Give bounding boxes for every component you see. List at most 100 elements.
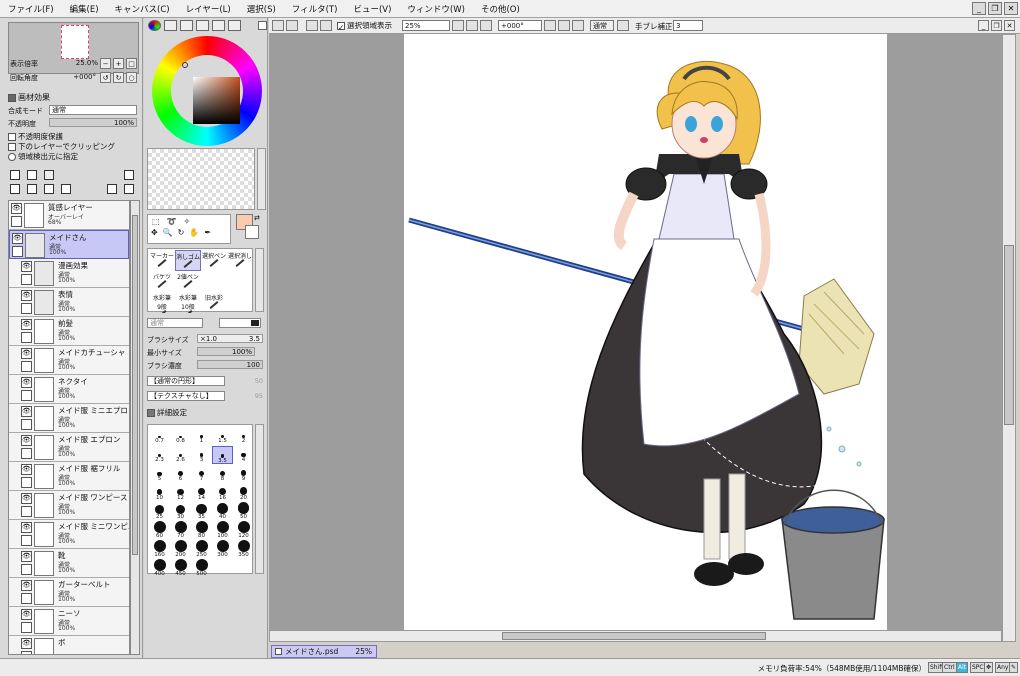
brush-size-slider[interactable]: ×1.0 3.5 [197,334,263,343]
lock-icon[interactable] [21,622,32,633]
user-swatch-tab-icon[interactable] [212,20,225,31]
eye-icon[interactable]: 👁 [21,609,32,620]
lock-icon[interactable] [21,448,32,459]
eye-icon[interactable]: 👁 [21,551,32,562]
vertical-scrollbar-thumb[interactable] [1004,245,1014,425]
eye-icon[interactable]: 👁 [21,290,32,301]
lock-icon[interactable] [11,216,22,227]
texture-select[interactable]: 【テクスチャなし】 [147,391,225,401]
deselect-button[interactable] [306,20,318,31]
layer-row[interactable]: 👁 ネクタイ 通常 100% [9,375,129,404]
eyedropper-icon[interactable]: ✒ [204,228,211,237]
brush-tip[interactable]: 5 [149,465,170,483]
layer-row[interactable]: 👁 表情 通常 100% [9,288,129,317]
layer-row[interactable]: 👁 メイドさん 通常 100% [9,230,129,259]
normal-mode-button[interactable]: 通常 [590,20,614,31]
close-icon[interactable]: ✕ [1004,2,1018,15]
zoom-tool-icon[interactable]: 🔍 [163,228,173,237]
menu-item[interactable]: ファイル(F) [0,3,62,15]
brush-tip[interactable]: 35 [191,503,212,521]
layer-row[interactable]: 👁 メイド服 ワンピース 通常 100% [9,491,129,520]
eye-icon[interactable]: 👁 [11,203,22,214]
layer-row[interactable]: 👁 ボ [9,636,129,654]
invert-selection-button[interactable] [320,20,332,31]
brush-tip[interactable]: 1 [191,427,212,445]
brush-tip[interactable]: 7 [191,465,212,483]
opacity-slider[interactable]: 100% [49,118,137,127]
brush-tip[interactable]: 250 [191,540,212,559]
brush-tip[interactable]: 12 [170,484,191,502]
doc-restore-icon[interactable]: ❐ [991,20,1002,31]
doc-minimize-icon[interactable]: _ [978,20,989,31]
option-preserve-opacity[interactable]: 不透明度保護 [8,132,115,141]
brush-tip[interactable]: 80 [191,521,212,540]
scratchpad-scrollbar[interactable] [257,148,266,210]
brush-tip[interactable]: 30 [170,503,191,521]
lock-icon[interactable] [21,419,32,430]
lock-icon[interactable] [21,506,32,517]
move-icon[interactable]: ✥ [151,228,158,237]
eye-icon[interactable]: 👁 [21,435,32,446]
menu-item[interactable]: キャンバス(C) [107,3,178,15]
eye-icon[interactable]: 👁 [21,406,32,417]
toolbar-zoom-in-button[interactable] [466,20,478,31]
brush-tool[interactable] [227,292,253,313]
brush-tool[interactable] [227,271,253,292]
min-size-slider[interactable]: 100% [197,347,255,356]
brush-tip[interactable]: 160 [149,540,170,559]
brush-tool[interactable]: バケツ [149,271,175,292]
brush-tip[interactable]: 0.7 [149,427,170,445]
lock-icon[interactable] [21,332,32,343]
brush-tool[interactable] [201,271,227,292]
rotation-box[interactable]: +000° [498,20,542,31]
brush-tip[interactable]: 50 [233,502,254,521]
brush-tip[interactable]: 25 [149,503,170,521]
menu-item[interactable]: その他(O) [473,3,528,15]
brush-tools-scrollbar[interactable] [255,248,264,312]
brush-tool[interactable]: 旧水彩 [201,292,227,313]
scratchpad[interactable] [147,148,255,210]
copy-layer-icon[interactable] [10,184,20,194]
tips-scrollbar[interactable] [255,424,264,574]
brush-tool[interactable]: 水彩筆 9般 [149,292,175,313]
brush-tip[interactable]: 4 [233,446,254,464]
menu-item[interactable]: 編集(E) [62,3,107,15]
new-layer-icon[interactable] [10,170,20,180]
zoom-box[interactable]: 25% [402,20,450,31]
canvas-area[interactable] [269,34,1002,630]
lock-icon[interactable] [21,593,32,604]
brush-tip[interactable]: 350 [233,540,254,559]
rotation-reset-button[interactable] [572,20,584,31]
new-folder-icon[interactable] [44,170,54,180]
undo-button[interactable] [272,20,284,31]
layer-row[interactable]: 👁 靴通常 100% [9,549,129,578]
layer-row[interactable]: 👁 前髪 通常 100% [9,317,129,346]
layer-row[interactable]: 👁 メイド服 ミニワンピ... 通常 100% [9,520,129,549]
menu-item[interactable]: ビュー(V) [345,3,399,15]
brush-tool[interactable]: 選択消し [227,250,253,271]
eye-icon[interactable]: 👁 [21,522,32,533]
hue-marker[interactable] [182,62,188,68]
merge-visible-icon[interactable] [107,184,117,194]
scratchpad-tab-icon[interactable] [228,20,241,31]
swatch-tab-icon[interactable] [196,20,209,31]
option-clipping[interactable]: 下のレイヤーでクリッピング [8,142,115,151]
density-slider[interactable]: 100 [197,360,263,369]
brush-tip[interactable]: 2.6 [170,446,191,464]
brush-tool[interactable]: 選択ペン [201,250,227,271]
canvas-vertical-scrollbar[interactable] [1002,34,1016,642]
rgb-slider-tab-icon[interactable] [164,20,177,31]
eye-icon[interactable]: 👁 [12,233,23,244]
brush-tip[interactable]: 20 [233,484,254,502]
lock-icon[interactable] [21,390,32,401]
stabilizer-select[interactable]: 3 [673,20,703,31]
zoom-reset-button[interactable]: □ [126,58,137,69]
lock-icon[interactable] [21,303,32,314]
lock-icon[interactable] [21,477,32,488]
horizontal-scrollbar-thumb[interactable] [502,632,766,640]
brush-tip[interactable]: 2 [233,427,254,445]
brush-tip[interactable]: 1.5 [212,427,233,445]
eye-icon[interactable]: 👁 [21,580,32,591]
brush-tip[interactable]: 6 [170,465,191,483]
eye-icon[interactable]: 👁 [21,261,32,272]
